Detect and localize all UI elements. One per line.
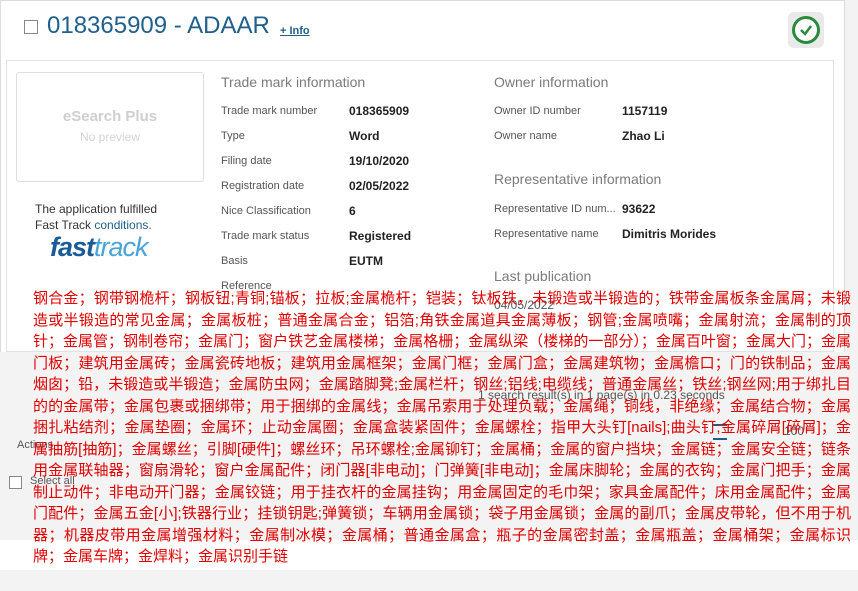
rep-label: Representative name bbox=[494, 228, 599, 240]
tm-value: Registered bbox=[349, 229, 412, 243]
status-badge bbox=[788, 12, 824, 48]
owner-value: 1157119 bbox=[622, 104, 668, 118]
tm-value: EUTM bbox=[349, 254, 383, 268]
tm-label: Trade mark number bbox=[221, 105, 318, 117]
mark-preview: eSearch Plus No preview bbox=[16, 72, 204, 182]
rep-value: 93622 bbox=[622, 202, 656, 216]
tm-label: Nice Classification bbox=[221, 205, 311, 217]
more-info-link[interactable]: + Info bbox=[280, 25, 310, 37]
registered-check-icon bbox=[792, 16, 820, 44]
tm-value: 19/10/2020 bbox=[349, 154, 410, 168]
preview-note: No preview bbox=[79, 130, 141, 144]
owner-value: Zhao Li bbox=[622, 129, 665, 143]
page-title: 018365909 - ADAAR bbox=[47, 12, 270, 39]
tm-label: Registration date bbox=[221, 180, 305, 192]
tm-label: Type bbox=[221, 130, 245, 142]
owner-label: Owner name bbox=[494, 130, 557, 142]
conditions-link[interactable]: conditions. bbox=[94, 218, 151, 232]
fast-track-logo: fasttrack bbox=[50, 232, 149, 262]
trademark-info-heading: Trade mark information bbox=[221, 74, 366, 90]
select-checkbox[interactable] bbox=[24, 20, 38, 34]
owner-info-heading: Owner information bbox=[494, 74, 609, 90]
preview-brand: eSearch Plus bbox=[62, 108, 158, 125]
tm-label: Trade mark status bbox=[221, 230, 310, 242]
goods-services-overlay: 钢合金；钢带钢桅杆；钢板钮;青铜;锚板；拉板;金属桅杆；铠装；钛板铁，未锻造或半… bbox=[33, 290, 851, 565]
rep-label: Representative ID num... bbox=[494, 203, 616, 215]
representative-info-heading: Representative information bbox=[494, 171, 662, 187]
last-publication-heading: Last publication bbox=[494, 268, 592, 284]
rep-value: Dimitris Morides bbox=[622, 227, 717, 241]
tm-label: Filing date bbox=[221, 155, 272, 167]
select-all-checkbox[interactable] bbox=[9, 476, 22, 489]
tm-value: 018365909 bbox=[349, 104, 410, 118]
tm-label: Basis bbox=[221, 255, 248, 267]
tm-value: Word bbox=[349, 129, 380, 143]
tm-value: 6 bbox=[349, 204, 356, 218]
tm-value: 02/05/2022 bbox=[349, 179, 410, 193]
fast-track-note: The application fulfilled Fast Track con… bbox=[35, 202, 158, 232]
owner-label: Owner ID number bbox=[494, 105, 581, 117]
